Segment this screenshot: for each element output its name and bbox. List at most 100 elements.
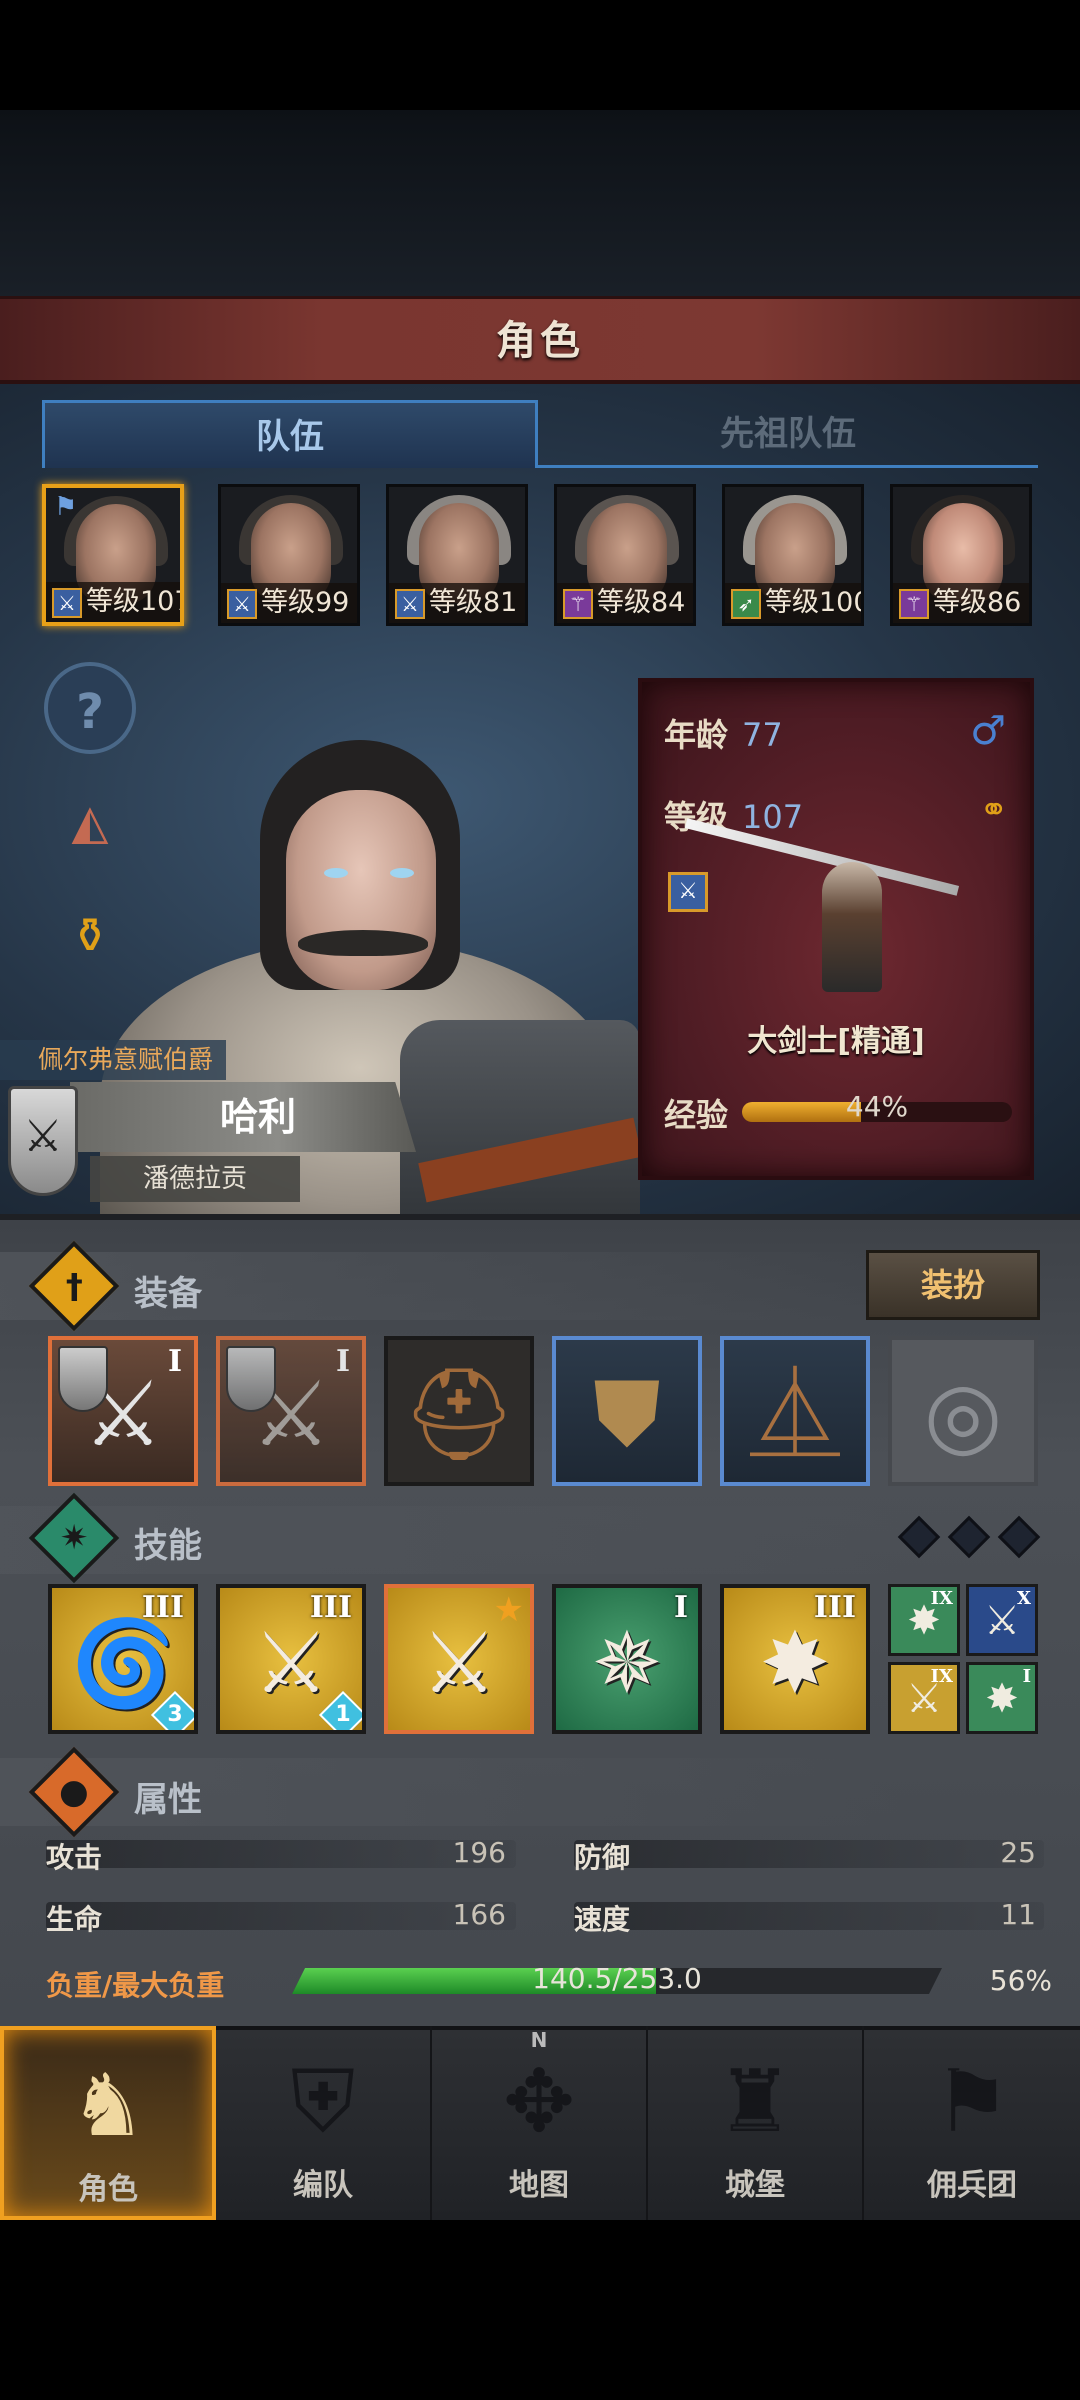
- ring-icon: ⚭: [979, 790, 1009, 830]
- knight-icon: ♞: [69, 2056, 147, 2156]
- helmet-slot[interactable]: ⛑: [384, 1336, 534, 1486]
- tier-mark: III: [813, 1590, 856, 1625]
- nav-label: 编队: [293, 2168, 353, 2203]
- mercenary-icon: ⚑: [933, 2052, 1011, 2152]
- shield-sword-icon: ⚔: [8, 1086, 78, 1196]
- nav-map[interactable]: N ✥ 地图: [432, 2026, 648, 2220]
- sword-class-icon: ⚔: [395, 589, 425, 619]
- tier-mark: I: [1022, 1666, 1031, 1687]
- party-member-level: 等级107: [86, 586, 184, 617]
- speed-label: 速度: [574, 1903, 631, 1936]
- hero-name: 哈利: [219, 1095, 296, 1139]
- weapon-slot-2[interactable]: ⚔ I: [216, 1336, 366, 1486]
- attack-value: 196: [452, 1836, 506, 1869]
- load-percent: 56%: [989, 1964, 1052, 1997]
- person-icon: ●: [59, 1771, 89, 1812]
- hero-name-plate[interactable]: 哈利: [70, 1082, 416, 1152]
- bow-class-icon: ➶: [731, 589, 761, 619]
- dress-up-button[interactable]: 装扮: [866, 1250, 1040, 1320]
- tier-mark: IX: [930, 1666, 953, 1687]
- staff-class-icon: ⚚: [563, 589, 593, 619]
- party-member-level: 等级81: [429, 587, 518, 618]
- shield-badge-icon: [58, 1346, 108, 1412]
- skill-slot-4[interactable]: ✵ I: [552, 1584, 702, 1734]
- top-shade: [0, 110, 1080, 300]
- tab-party[interactable]: 队伍: [42, 400, 538, 468]
- attack-label: 攻击: [46, 1841, 103, 1874]
- hero-mustache: [298, 930, 428, 956]
- exp-percent: 44%: [845, 1090, 909, 1123]
- speed-value: 11: [1000, 1898, 1036, 1931]
- game-screen: 角色 队伍 先祖队伍 ⚑ ⚔ 等级107 ⚔ 等级99 ⚔ 等级81 ⚚ 等级8…: [0, 0, 1080, 2400]
- boots-icon: ⏅: [750, 1362, 840, 1467]
- weapon-slot-1[interactable]: ⚔ I: [48, 1336, 198, 1486]
- party-member-6[interactable]: ⚚ 等级86: [890, 484, 1032, 626]
- armor-slot[interactable]: ⛊: [552, 1336, 702, 1486]
- castle-icon: ♜: [716, 2052, 794, 2152]
- load-label: 负重/最大负重: [46, 1969, 225, 2002]
- nav-castle[interactable]: ♜ 城堡: [648, 2026, 864, 2220]
- passive-skill-3[interactable]: ⚔ IX: [888, 1662, 960, 1734]
- tier-mark: IX: [930, 1588, 953, 1609]
- hero-title: 佩尔弗意赋伯爵: [38, 1045, 214, 1074]
- class-figure: [684, 818, 960, 1002]
- star-icon: ★: [493, 1590, 524, 1630]
- tab-ancestor-party[interactable]: 先祖队伍: [538, 400, 1038, 468]
- sword-class-icon: ⚔: [227, 589, 257, 619]
- helmet-icon: ⛑: [401, 1362, 517, 1467]
- passive-skill-4[interactable]: ✸ I: [966, 1662, 1038, 1734]
- party-member-level: 等级99: [261, 587, 350, 618]
- hero-eye: [324, 868, 348, 878]
- boots-slot[interactable]: ⏅: [720, 1336, 870, 1486]
- age-row: 年龄 77: [664, 710, 783, 756]
- sword-class-icon: ⚔: [52, 588, 82, 618]
- nav-label: 地图: [509, 2168, 569, 2203]
- party-member-level: 等级86: [933, 587, 1022, 618]
- age-label: 年龄: [664, 716, 729, 754]
- nav-character[interactable]: ♞ 角色: [0, 2026, 216, 2220]
- ring-slot[interactable]: ◎: [888, 1336, 1038, 1486]
- tier-mark: III: [309, 1590, 352, 1625]
- leader-flag-icon: ⚑: [54, 492, 78, 522]
- nav-label: 角色: [78, 2172, 138, 2207]
- tier-mark: X: [1017, 1588, 1031, 1609]
- star-burst-icon: ✷: [59, 1518, 89, 1558]
- party-member-5[interactable]: ➶ 等级100: [722, 484, 864, 626]
- defense-value: 25: [1000, 1836, 1036, 1869]
- party-member-level: 等级84: [597, 587, 686, 618]
- hero-face: [286, 790, 436, 990]
- equipment-title: 装备: [134, 1274, 202, 1314]
- class-name: 大剑士[精通]: [747, 1024, 925, 1059]
- passive-skill-2[interactable]: ⚔ X: [966, 1584, 1038, 1656]
- level-value: 107: [742, 798, 804, 836]
- exp-label: 经验: [664, 1096, 729, 1134]
- ring-icon: ◎: [923, 1362, 1003, 1467]
- staff-class-icon: ⚚: [899, 589, 929, 619]
- skill-slot-5[interactable]: ✸ III: [720, 1584, 870, 1734]
- nav-formation[interactable]: ⛨ 编队: [216, 2026, 432, 2220]
- nav-label: 城堡: [725, 2168, 785, 2203]
- hero-origin: 潘德拉贡: [142, 1164, 247, 1194]
- party-member-4[interactable]: ⚚ 等级84: [554, 484, 696, 626]
- age-value: 77: [742, 716, 783, 754]
- party-member-1[interactable]: ⚑ ⚔ 等级107: [42, 484, 184, 626]
- hp-value: 166: [452, 1898, 506, 1931]
- burst-icon: ✸: [985, 1676, 1019, 1722]
- tier-mark: III: [141, 1590, 184, 1625]
- nav-mercenary[interactable]: ⚑ 佣兵团: [864, 2026, 1080, 2220]
- armor-icon: ⛊: [593, 1362, 661, 1467]
- skill-slot-1[interactable]: 🌀 III 3: [48, 1584, 198, 1734]
- header-bar: 角色: [0, 296, 1080, 384]
- hero-eye: [390, 868, 414, 878]
- party-member-2[interactable]: ⚔ 等级99: [218, 484, 360, 626]
- compass-icon: ✥: [502, 2052, 576, 2152]
- party-member-level: 等级100: [765, 587, 864, 618]
- crossed-swords-icon: ⚔: [984, 1598, 1020, 1644]
- party-member-3[interactable]: ⚔ 等级81: [386, 484, 528, 626]
- passive-skill-1[interactable]: ✸ IX: [888, 1584, 960, 1656]
- skill-slot-2[interactable]: ⚔ III 1: [216, 1584, 366, 1734]
- skills-title: 技能: [134, 1526, 202, 1566]
- skill-rank: 1: [335, 1702, 351, 1727]
- tier-mark: I: [673, 1590, 688, 1625]
- skill-slot-3[interactable]: ⚔ ★: [384, 1584, 534, 1734]
